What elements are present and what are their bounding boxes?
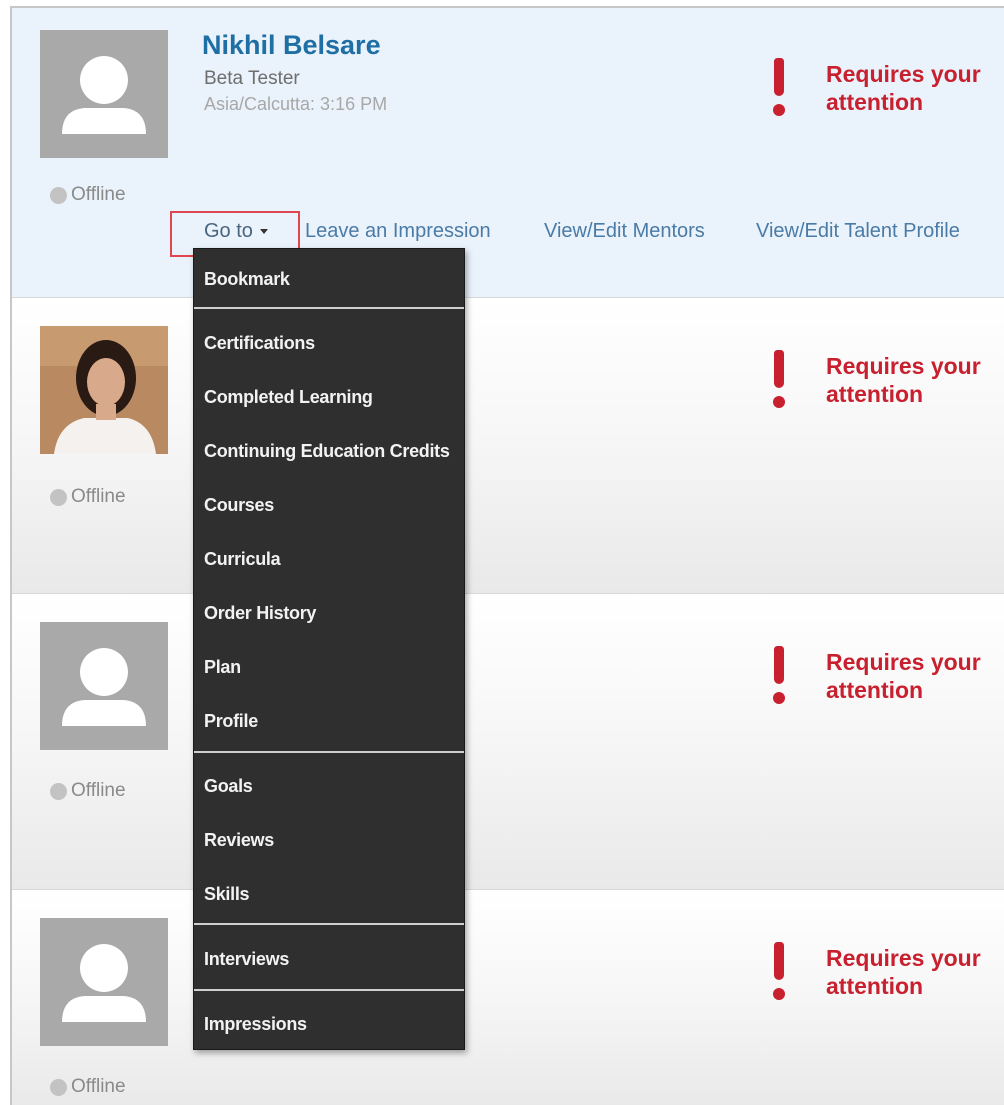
view-edit-talent-profile-link[interactable]: View/Edit Talent Profile <box>756 218 960 244</box>
attention-alert: Requires your attention <box>768 350 1004 410</box>
people-list: Offline Nikhil Belsare Beta Tester Asia/… <box>10 6 1004 1105</box>
attention-alert: Requires your attention <box>768 646 1004 706</box>
status-indicator: Offline <box>50 486 126 508</box>
exclamation-icon <box>768 58 790 118</box>
menu-item-reviews[interactable]: Reviews <box>204 830 274 851</box>
person-card: Offline Nikhil Belsare Beta Tester Asia/… <box>12 8 1004 298</box>
leave-impression-link[interactable]: Leave an Impression <box>305 218 491 244</box>
goto-label: Go to <box>204 219 253 242</box>
status-text: Offline <box>71 1076 126 1097</box>
exclamation-icon <box>768 942 790 1002</box>
person-card: Offline Requires your attention <box>12 298 1004 594</box>
menu-item-plan[interactable]: Plan <box>204 657 241 678</box>
person-timezone: Asia/Calcutta: 3:16 PM <box>204 94 388 114</box>
user-placeholder-icon <box>62 648 146 726</box>
action-links: Go to Leave an Impression View/Edit Ment… <box>12 211 1004 257</box>
attention-text: Requires your attention <box>826 945 981 999</box>
caret-down-icon <box>259 228 268 234</box>
menu-divider <box>194 751 464 753</box>
menu-item-completed-learning[interactable]: Completed Learning <box>204 387 373 408</box>
avatar[interactable] <box>40 30 168 158</box>
avatar[interactable] <box>40 622 168 750</box>
menu-item-courses[interactable]: Courses <box>204 495 274 516</box>
exclamation-icon <box>768 646 790 706</box>
attention-text: Requires your attention <box>826 61 981 115</box>
status-dot-icon <box>50 782 67 800</box>
attention-text: Requires your attention <box>826 649 981 703</box>
exclamation-icon <box>768 350 790 410</box>
menu-divider <box>194 923 464 925</box>
person-name[interactable]: Nikhil Belsare <box>202 30 381 61</box>
user-photo-icon <box>40 326 168 454</box>
status-dot-icon <box>50 488 67 506</box>
menu-item-certifications[interactable]: Certifications <box>204 333 315 354</box>
menu-item-goals[interactable]: Goals <box>204 776 253 797</box>
person-card: Offline Requires your attention <box>12 890 1004 1105</box>
menu-item-continuing-education-credits[interactable]: Continuing Education Credits <box>204 441 450 462</box>
status-text: Offline <box>71 486 126 507</box>
user-placeholder-icon <box>62 56 146 134</box>
menu-divider <box>194 989 464 991</box>
attention-text: Requires your attention <box>826 353 981 407</box>
person-role: Beta Tester <box>204 68 300 89</box>
goto-dropdown-button[interactable]: Go to <box>204 218 268 244</box>
avatar[interactable] <box>40 326 168 454</box>
user-placeholder-icon <box>62 944 146 1022</box>
menu-item-interviews[interactable]: Interviews <box>204 949 289 970</box>
menu-item-order-history[interactable]: Order History <box>204 603 316 624</box>
status-dot-icon <box>50 186 67 204</box>
menu-item-curricula[interactable]: Curricula <box>204 549 281 570</box>
menu-item-profile[interactable]: Profile <box>204 711 258 732</box>
menu-item-skills[interactable]: Skills <box>204 884 250 905</box>
status-text: Offline <box>71 184 126 205</box>
status-dot-icon <box>50 1078 67 1096</box>
avatar[interactable] <box>40 918 168 1046</box>
menu-item-impressions[interactable]: Impressions <box>204 1014 307 1035</box>
status-indicator: Offline <box>50 1076 126 1098</box>
status-text: Offline <box>71 780 126 801</box>
status-indicator: Offline <box>50 184 126 206</box>
view-edit-mentors-link[interactable]: View/Edit Mentors <box>544 218 705 244</box>
goto-dropdown-menu: Bookmark Certifications Completed Learni… <box>193 248 465 1050</box>
person-card: Offline Requires your attention <box>12 594 1004 890</box>
status-indicator: Offline <box>50 780 126 802</box>
attention-alert: Requires your attention <box>768 58 1004 118</box>
menu-divider <box>194 307 464 309</box>
menu-item-bookmark[interactable]: Bookmark <box>204 269 290 290</box>
attention-alert: Requires your attention <box>768 942 1004 1002</box>
